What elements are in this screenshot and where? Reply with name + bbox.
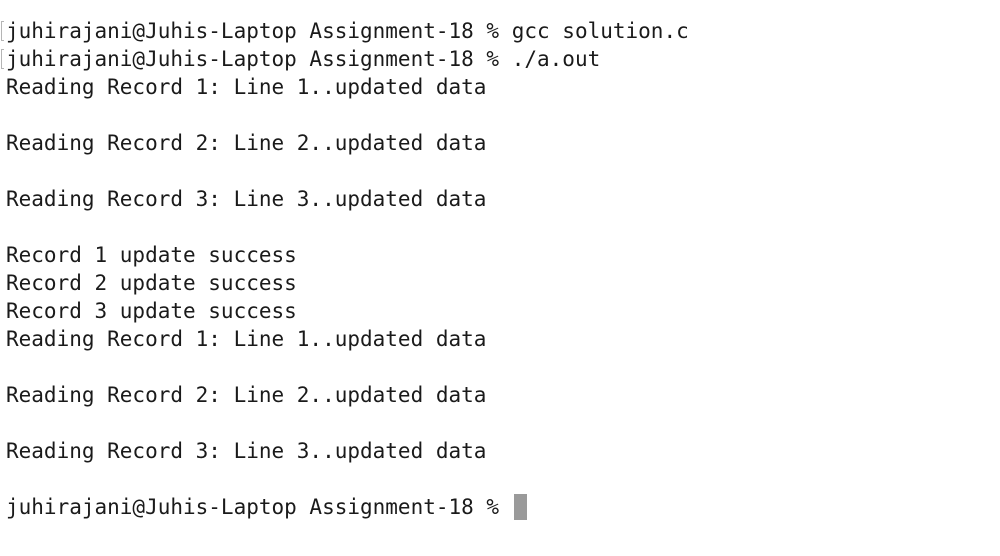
terminal-line-output: Reading Record 2: Line 2..updated data	[6, 383, 487, 407]
terminal-line-output: Reading Record 1: Line 1..updated data	[6, 327, 487, 351]
terminal-line-output: Reading Record 3: Line 3..updated data	[6, 187, 487, 211]
terminal-line-text: juhirajani@Juhis-Laptop Assignment-18 % …	[6, 47, 601, 71]
terminal-line-output: Reading Record 1: Line 1..updated data	[6, 75, 487, 99]
terminal-line-output: Reading Record 3: Line 3..updated data	[6, 439, 487, 463]
cursor-block	[513, 494, 527, 520]
terminal-line-command: juhirajani@Juhis-Laptop Assignment-18 % …	[1, 45, 1000, 73]
terminal-line-output: Record 2 update success	[6, 271, 297, 295]
command-mark-icon	[1, 49, 4, 69]
terminal-line-output: Record 3 update success	[6, 299, 297, 323]
terminal-window[interactable]: juhirajani@Juhis-Laptop Assignment-18 % …	[0, 0, 1000, 556]
command-mark-icon	[1, 21, 4, 41]
prompt-text: juhirajani@Juhis-Laptop Assignment-18 %	[6, 495, 500, 519]
terminal-prompt-line[interactable]: juhirajani@Juhis-Laptop Assignment-18 %	[6, 493, 1000, 521]
terminal-line-command: juhirajani@Juhis-Laptop Assignment-18 % …	[1, 17, 1000, 45]
terminal-line-output: Record 1 update success	[6, 243, 297, 267]
terminal-line-output: Reading Record 2: Line 2..updated data	[6, 131, 487, 155]
terminal-line-text: juhirajani@Juhis-Laptop Assignment-18 % …	[6, 19, 689, 43]
